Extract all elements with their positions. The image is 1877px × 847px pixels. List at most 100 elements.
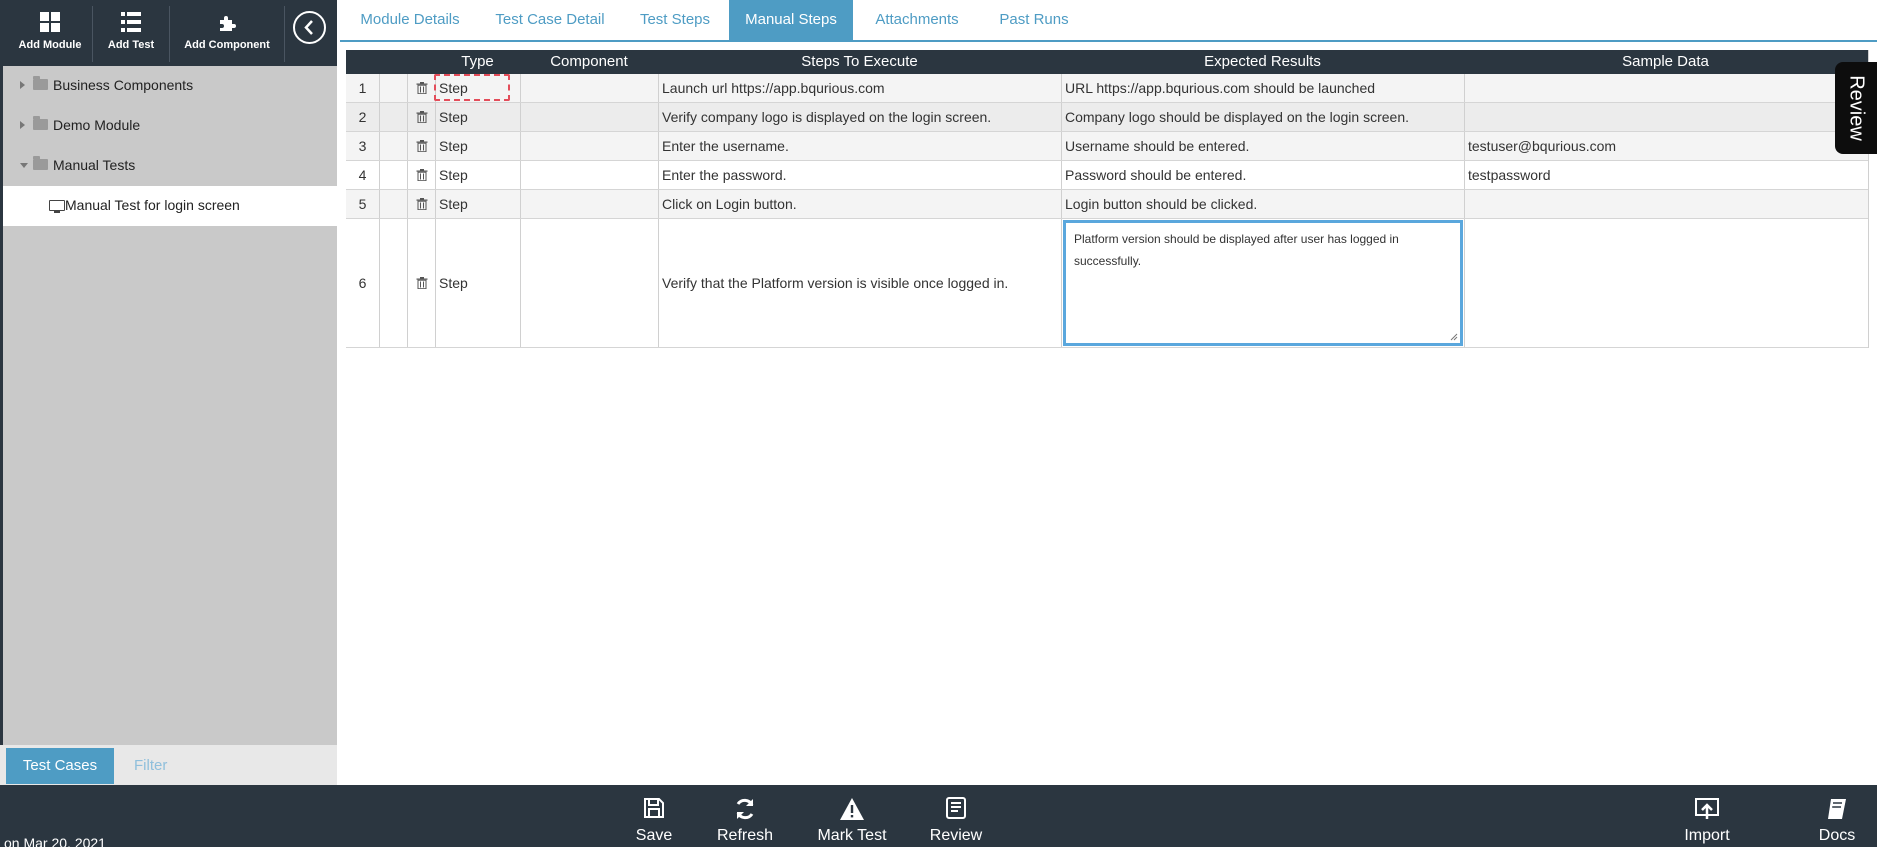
add-component-button[interactable]: Add Component bbox=[170, 0, 284, 66]
tree-item-label: Manual Test for login screen bbox=[65, 197, 240, 213]
component-cell[interactable] bbox=[520, 161, 658, 189]
delete-row-button[interactable] bbox=[407, 219, 435, 347]
delete-row-button[interactable] bbox=[407, 190, 435, 218]
trash-icon bbox=[416, 140, 427, 152]
delete-row-button[interactable] bbox=[407, 132, 435, 160]
folder-icon bbox=[33, 76, 48, 90]
refresh-button[interactable]: Refresh bbox=[708, 785, 782, 847]
expected-cell[interactable]: Password should be entered. bbox=[1061, 161, 1464, 189]
sample-cell[interactable]: testpassword bbox=[1464, 161, 1868, 189]
review-side-tab[interactable]: Review bbox=[1835, 62, 1877, 154]
table-row: 4 Step Enter the password. Password shou… bbox=[346, 161, 1868, 190]
header-component: Component bbox=[550, 53, 628, 70]
steps-cell[interactable]: Enter the username. bbox=[658, 132, 1061, 160]
type-value: Step bbox=[439, 167, 468, 183]
mark-test-button[interactable]: Mark Test bbox=[810, 785, 894, 847]
component-cell[interactable] bbox=[520, 219, 658, 347]
row-number: 6 bbox=[346, 219, 379, 347]
row-number: 4 bbox=[346, 161, 379, 189]
tab-attachments[interactable]: Attachments bbox=[854, 0, 980, 40]
toolbar-divider bbox=[284, 6, 285, 62]
row-handle-cell[interactable] bbox=[379, 132, 407, 160]
sample-cell[interactable] bbox=[1464, 74, 1868, 102]
review-side-tab-label: Review bbox=[1845, 75, 1868, 141]
type-cell[interactable]: Step bbox=[435, 132, 520, 160]
row-handle-cell[interactable] bbox=[379, 190, 407, 218]
resize-grip-icon[interactable] bbox=[1448, 331, 1458, 341]
row-number-text: 2 bbox=[358, 109, 367, 125]
add-test-button[interactable]: Add Test bbox=[93, 0, 169, 66]
tree-item-business-components[interactable]: Business Components bbox=[3, 66, 337, 106]
row-handle-cell[interactable] bbox=[379, 74, 407, 102]
save-icon bbox=[626, 797, 682, 821]
refresh-label: Refresh bbox=[716, 827, 774, 844]
expected-cell[interactable]: Company logo should be displayed on the … bbox=[1061, 103, 1464, 131]
sidebar-toolbar: Add Module Add Test Add Component bbox=[0, 0, 337, 66]
caret-right-icon[interactable] bbox=[20, 121, 25, 129]
steps-value: Verify company logo is displayed on the … bbox=[662, 109, 992, 125]
sidebar-bottom-tabs: Test Cases Filter bbox=[0, 745, 337, 785]
steps-cell[interactable]: Launch url https://app.bqurious.com bbox=[658, 74, 1061, 102]
tree-item-manual-tests[interactable]: Manual Tests bbox=[3, 146, 337, 186]
steps-value: Enter the username. bbox=[662, 138, 789, 154]
tree-item-manual-test-login[interactable]: Manual Test for login screen bbox=[3, 186, 337, 226]
tab-module-details[interactable]: Module Details bbox=[340, 0, 480, 40]
tab-manual-steps[interactable]: Manual Steps bbox=[729, 0, 853, 40]
sample-cell[interactable]: testuser@bqurious.com bbox=[1464, 132, 1868, 160]
trash-icon bbox=[416, 277, 427, 289]
component-cell[interactable] bbox=[520, 132, 658, 160]
type-cell[interactable]: Step bbox=[434, 74, 520, 102]
type-value: Step bbox=[439, 275, 468, 291]
save-button[interactable]: Save bbox=[626, 785, 682, 847]
add-module-button[interactable]: Add Module bbox=[8, 0, 92, 66]
steps-value: Verify that the Platform version is visi… bbox=[662, 275, 1009, 291]
table-row: 5 Step Click on Login button. Login butt… bbox=[346, 190, 1868, 219]
caret-down-icon[interactable] bbox=[20, 163, 28, 168]
component-cell[interactable] bbox=[520, 103, 658, 131]
tab-test-steps[interactable]: Test Steps bbox=[620, 0, 730, 40]
caret-right-icon[interactable] bbox=[20, 81, 25, 89]
tab-test-case-detail[interactable]: Test Case Detail bbox=[480, 0, 620, 40]
type-cell[interactable]: Step bbox=[435, 103, 520, 131]
component-cell[interactable] bbox=[520, 190, 658, 218]
tab-filter[interactable]: Filter bbox=[134, 748, 167, 784]
expected-results-editor[interactable]: Platform version should be displayed aft… bbox=[1063, 220, 1463, 346]
trash-icon bbox=[416, 82, 427, 94]
header-sample-data: Sample Data bbox=[1622, 53, 1709, 70]
sample-cell[interactable] bbox=[1464, 190, 1868, 218]
type-cell[interactable]: Step bbox=[435, 190, 520, 218]
review-document-icon bbox=[922, 797, 990, 821]
trash-icon bbox=[416, 198, 427, 210]
component-cell[interactable] bbox=[520, 74, 658, 102]
steps-value: Launch url https://app.bqurious.com bbox=[662, 80, 885, 96]
table-row: 6 Step Verify that the Platform version … bbox=[346, 219, 1868, 348]
import-button[interactable]: Import bbox=[1676, 785, 1738, 847]
tree-item-label: Manual Tests bbox=[53, 157, 136, 173]
docs-label: Docs bbox=[1818, 827, 1856, 844]
tree-item-demo-module[interactable]: Demo Module bbox=[3, 106, 337, 146]
expected-cell[interactable]: Platform version should be displayed aft… bbox=[1061, 219, 1464, 347]
steps-cell[interactable]: Enter the password. bbox=[658, 161, 1061, 189]
sample-cell[interactable] bbox=[1464, 103, 1868, 131]
row-handle-cell[interactable] bbox=[379, 161, 407, 189]
sample-cell[interactable] bbox=[1464, 219, 1868, 347]
delete-row-button[interactable] bbox=[407, 103, 435, 131]
steps-cell[interactable]: Verify company logo is displayed on the … bbox=[658, 103, 1061, 131]
steps-value: Click on Login button. bbox=[662, 196, 797, 212]
row-handle-cell[interactable] bbox=[379, 219, 407, 347]
tab-past-runs[interactable]: Past Runs bbox=[980, 0, 1088, 40]
delete-row-button[interactable] bbox=[407, 161, 435, 189]
type-cell[interactable]: Step bbox=[435, 161, 520, 189]
delete-row-button[interactable] bbox=[407, 74, 435, 102]
steps-cell[interactable]: Click on Login button. bbox=[658, 190, 1061, 218]
expected-cell[interactable]: URL https://app.bqurious.com should be l… bbox=[1061, 74, 1464, 102]
expected-cell[interactable]: Login button should be clicked. bbox=[1061, 190, 1464, 218]
steps-cell[interactable]: Verify that the Platform version is visi… bbox=[658, 219, 1061, 347]
type-cell[interactable]: Step bbox=[435, 219, 520, 347]
expected-cell[interactable]: Username should be entered. bbox=[1061, 132, 1464, 160]
docs-button[interactable]: Docs bbox=[1806, 785, 1868, 847]
tab-test-cases[interactable]: Test Cases bbox=[6, 748, 114, 784]
collapse-sidebar-button[interactable] bbox=[293, 11, 326, 44]
review-button[interactable]: Review bbox=[922, 785, 990, 847]
row-handle-cell[interactable] bbox=[379, 103, 407, 131]
